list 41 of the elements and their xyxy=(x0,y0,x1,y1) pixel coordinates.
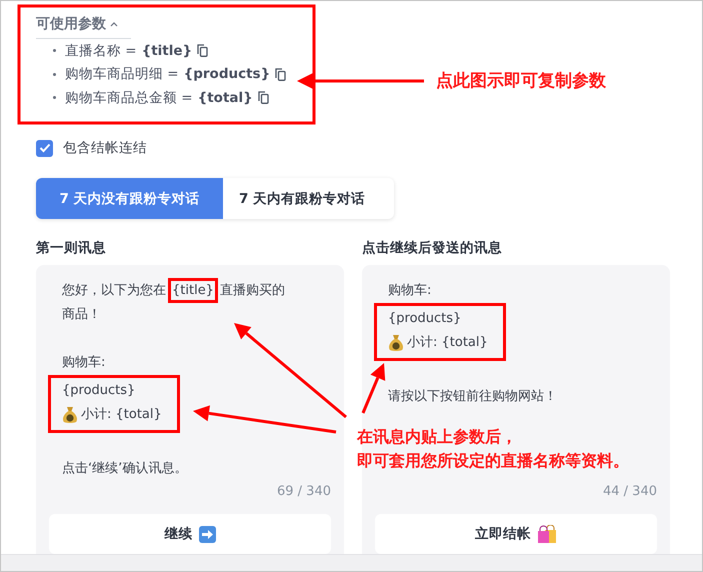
annotation-text: 在讯息内贴上参数后， xyxy=(357,426,518,448)
copy-icon[interactable] xyxy=(197,44,208,58)
products-code: {products} xyxy=(62,382,136,400)
annotation-arrow xyxy=(362,363,386,414)
column-heading: 第一则讯息 xyxy=(36,239,107,258)
cart-label: 购物车: xyxy=(388,282,432,300)
subtotal-text: 小计: {total} xyxy=(407,334,488,352)
tab[interactable]: 7 天内有跟粉专对话 xyxy=(223,178,382,219)
money-bag-icon xyxy=(62,406,78,424)
copy-icon[interactable] xyxy=(275,68,286,81)
bullet-icon xyxy=(53,72,56,76)
checkbox[interactable] xyxy=(36,140,53,156)
parameter-code: {products} xyxy=(184,66,270,82)
cart-label: 购物车: xyxy=(62,354,106,372)
subtotal-text: 小计: {total} xyxy=(81,406,162,424)
character-counter: 44 / 340 xyxy=(602,484,657,501)
parameter-code: {total} xyxy=(198,90,253,106)
message-text: 请按以下按钮前往购物网站！ xyxy=(388,388,558,406)
bullet-icon xyxy=(53,49,56,52)
checkbox-label: 包含结帐连结 xyxy=(63,139,147,157)
money-bag-icon xyxy=(388,334,404,352)
annotation-text: 点此图示即可复制参数 xyxy=(436,70,606,92)
products-code: {products} xyxy=(388,310,462,328)
checkmark-icon xyxy=(38,143,50,153)
character-counter: 69 / 340 xyxy=(276,484,331,501)
message-text: 您好，以下为您在 {title} 直播购买的商品！ xyxy=(62,279,294,327)
message-text: 点击‘继续’确认讯息。 xyxy=(62,460,188,478)
annotation-box: {title} xyxy=(168,278,218,303)
parameter-code: {title} xyxy=(142,42,192,59)
tab[interactable]: 7 天内没有跟粉专对话 xyxy=(36,178,223,219)
message-button[interactable]: 继续 xyxy=(49,514,331,554)
copy-icon[interactable] xyxy=(258,91,269,104)
column-heading: 点击继续后發送的讯息 xyxy=(362,239,503,258)
parameter-label: 直播名称 = xyxy=(65,42,137,60)
parameter-label: 购物车商品明细 = xyxy=(65,65,179,84)
parameter-label: 购物车商品总金额 = xyxy=(65,88,193,107)
shopping-bags-icon xyxy=(537,525,557,543)
annotation-text: 即可套用您所设定的直播名称等资料。 xyxy=(357,450,629,472)
bullet-icon xyxy=(53,96,56,100)
message-button[interactable]: 立即结帐 xyxy=(375,514,657,554)
parameters-toggle[interactable]: 可使用参数 xyxy=(36,15,131,39)
